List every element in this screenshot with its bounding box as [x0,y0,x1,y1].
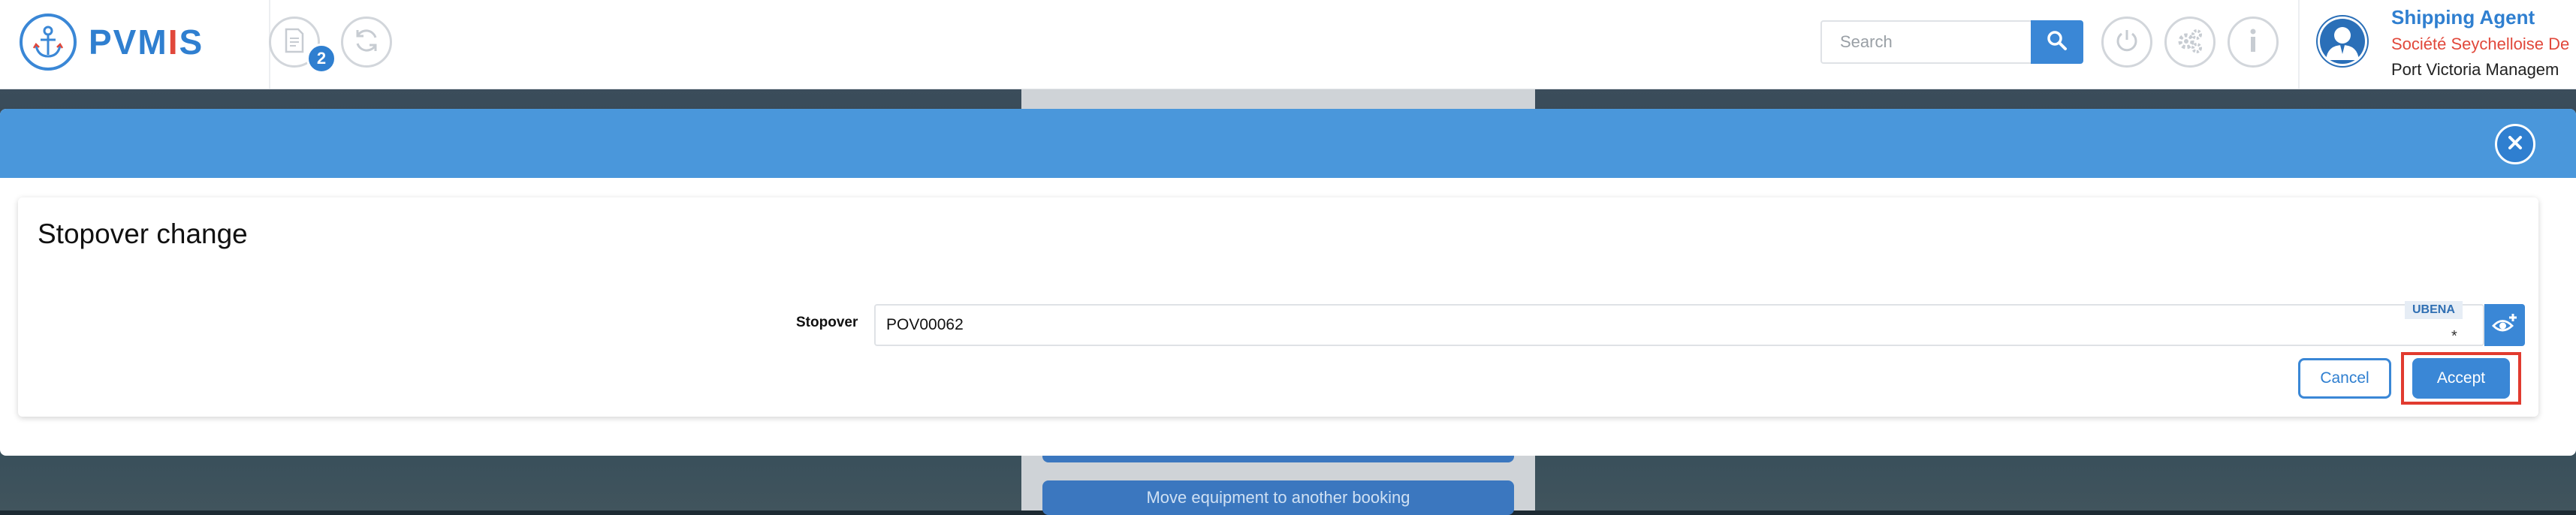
stopover-input[interactable] [874,304,2484,346]
anchor-icon [20,14,77,71]
view-stopover-button[interactable] [2484,304,2525,346]
user-organization: Port Victoria Managem [2391,60,2559,79]
vessel-tag: UBENA [2405,301,2463,319]
search-icon [2047,30,2068,55]
power-icon [2113,27,2140,58]
user-icon[interactable] [2316,15,2369,68]
dialog-card: Stopover change Stopover UBENA * Cancel … [18,197,2538,417]
document-icon [283,28,306,57]
info-button[interactable] [2228,17,2279,68]
search-input[interactable] [1820,20,2032,64]
app-logo-text: PVMIS [89,23,204,62]
required-marker: * [2451,328,2457,345]
move-equipment-button[interactable]: Move equipment to another booking [1042,480,1514,515]
app-logo[interactable]: PVMIS [20,14,204,71]
refresh-icon [351,26,382,59]
user-role[interactable]: Shipping Agent [2391,6,2535,29]
info-icon [2246,27,2261,58]
close-icon [2507,134,2523,155]
notification-badge: 2 [306,44,336,74]
stopover-label: Stopover [796,315,858,330]
logout-button[interactable] [2101,17,2152,68]
user-company: Société Seychelloise De [2391,35,2570,53]
cancel-button[interactable]: Cancel [2298,358,2391,399]
top-bar: PVMIS 2 Search Shipping Agent Société Se… [0,0,2576,89]
search-button[interactable] [2031,20,2083,64]
dialog-header [0,109,2576,178]
settings-button[interactable] [2164,17,2216,68]
stopover-change-dialog: Stopover change Stopover UBENA * Cancel … [0,109,2576,456]
eye-plus-icon [2491,312,2518,339]
close-button[interactable] [2495,124,2535,164]
settings-icon [2176,26,2204,59]
dialog-title: Stopover change [38,218,248,249]
header-divider [2298,0,2300,89]
accept-button[interactable]: Accept [2412,358,2510,399]
refresh-button[interactable] [341,17,392,68]
